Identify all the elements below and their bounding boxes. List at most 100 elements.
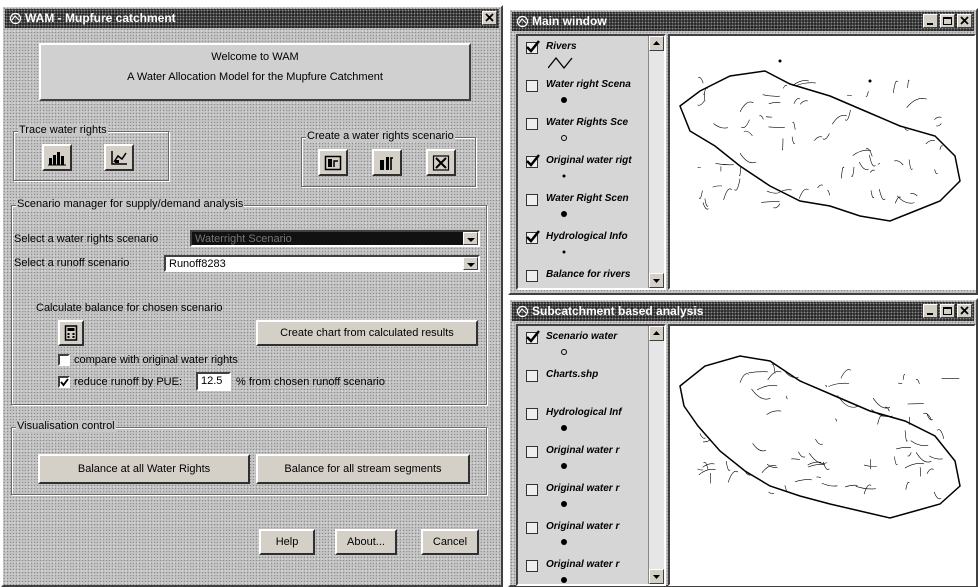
runoff-scenario-value: Runoff8283 <box>169 258 226 270</box>
runoff-scenario-select[interactable]: Runoff8283 <box>164 255 480 272</box>
delete-scenario-button[interactable] <box>426 149 456 176</box>
main-layer-scrollbar[interactable] <box>648 36 664 288</box>
pue-input[interactable]: 12.5 <box>196 372 231 391</box>
layer-name: Original water r <box>546 521 620 532</box>
maximize-button[interactable] <box>940 304 955 318</box>
subcatchment-map-view[interactable] <box>668 324 976 586</box>
subcatchment-titlebar[interactable]: Subcatchment based analysis <box>512 302 974 321</box>
close-button[interactable] <box>957 14 972 28</box>
layer-item[interactable]: Water right Scena <box>524 78 654 108</box>
sub-layer-scrollbar[interactable] <box>648 326 664 584</box>
layer-item[interactable]: Water Rights Sce <box>524 116 654 146</box>
layer-item[interactable]: Water Right Scen <box>524 192 654 222</box>
checkmark-icon <box>526 40 540 53</box>
layer-visibility-checkbox[interactable] <box>526 522 538 534</box>
select-runoff-label: Select a runoff scenario <box>14 257 130 269</box>
layer-item[interactable]: Balance for rivers <box>524 268 654 288</box>
reduce-runoff-checkbox[interactable] <box>58 376 70 388</box>
layer-visibility-checkbox[interactable] <box>526 560 538 572</box>
layer-item[interactable]: Charts.shp <box>524 368 654 398</box>
layer-visibility-checkbox[interactable] <box>526 330 540 344</box>
circle-symbol-icon <box>561 349 567 355</box>
layer-item[interactable]: Original water r <box>524 482 654 512</box>
layer-item[interactable]: Hydrological Info <box>524 230 654 260</box>
welcome-panel: Welcome to WAM A Water Allocation Model … <box>39 43 471 101</box>
trace-water-rights-group: Trace water rights <box>13 124 169 181</box>
close-button[interactable] <box>482 11 497 25</box>
layer-visibility-checkbox[interactable] <box>526 40 540 54</box>
pue-input-value: 12.5 <box>201 375 223 387</box>
trace-downstream-button[interactable] <box>104 144 134 171</box>
main-layer-list[interactable]: Rivers Water right Scena Water Rights Sce O… <box>516 34 666 290</box>
layer-name: Original water r <box>546 559 620 570</box>
main-window-titlebar[interactable]: Main window <box>512 12 974 31</box>
close-icon <box>485 13 494 22</box>
chevron-down-icon[interactable] <box>463 232 478 245</box>
create-scenario-group: Create a water rights scenario <box>301 130 476 187</box>
layer-visibility-checkbox[interactable] <box>526 370 538 382</box>
minimize-button[interactable] <box>923 304 938 318</box>
layer-visibility-checkbox[interactable] <box>526 230 540 244</box>
water-rights-scenario-select[interactable]: Waterright Scenario <box>190 230 480 247</box>
layer-name: Charts.shp <box>546 369 599 380</box>
main-map-view[interactable] <box>668 34 976 290</box>
layer-name: Water Rights Sce <box>546 117 629 128</box>
about-button[interactable]: About... <box>335 529 397 555</box>
layer-item[interactable]: Original water rigt <box>524 154 654 184</box>
sub-layer-list[interactable]: Scenario water Charts.shp Hydrological Inf… <box>516 324 666 586</box>
checkmark-icon <box>526 330 540 343</box>
layer-visibility-checkbox[interactable] <box>526 270 538 282</box>
layer-visibility-checkbox[interactable] <box>526 484 538 496</box>
layer-name: Balance for rivers <box>546 269 631 280</box>
layer-item[interactable]: Scenario water <box>524 330 654 360</box>
layer-visibility-checkbox[interactable] <box>526 154 540 168</box>
layer-visibility-checkbox[interactable] <box>526 80 538 92</box>
edit-scenario-button[interactable] <box>372 149 402 176</box>
minimize-button[interactable] <box>923 14 938 28</box>
compare-label: compare with original water rights <box>74 354 238 366</box>
close-button[interactable] <box>957 304 972 318</box>
chevron-down-icon[interactable] <box>463 257 478 270</box>
minimize-icon <box>927 313 933 315</box>
cancel-button[interactable]: Cancel <box>421 529 479 555</box>
trace-upstream-button[interactable] <box>42 144 72 171</box>
point-symbol-icon <box>561 463 567 469</box>
create-chart-button[interactable]: Create chart from calculated results <box>256 320 478 346</box>
layer-name: Water right Scena <box>546 79 631 90</box>
layer-visibility-checkbox[interactable] <box>526 118 538 130</box>
new-scenario-button[interactable] <box>318 149 348 176</box>
layer-name: Rivers <box>546 41 577 52</box>
layer-item[interactable]: Original water r <box>524 558 654 584</box>
layer-item[interactable]: Rivers <box>524 40 654 70</box>
help-button[interactable]: Help <box>259 529 315 555</box>
layer-item[interactable]: Original water r <box>524 444 654 474</box>
line-symbol-icon <box>548 56 573 70</box>
subcatchment-title: Subcatchment based analysis <box>532 304 704 318</box>
compare-checkbox[interactable] <box>58 354 70 366</box>
scroll-down-button[interactable] <box>649 273 664 288</box>
scroll-up-button[interactable] <box>649 326 664 341</box>
minimize-icon <box>927 23 933 25</box>
welcome-title: Welcome to WAM <box>211 51 299 63</box>
close-icon <box>960 306 969 315</box>
scroll-up-button[interactable] <box>649 36 664 51</box>
layer-name: Original water r <box>546 445 620 456</box>
point-symbol-icon <box>562 250 566 254</box>
balance-water-rights-button[interactable]: Balance at all Water Rights <box>38 454 250 484</box>
layer-visibility-checkbox[interactable] <box>526 446 538 458</box>
scroll-down-button[interactable] <box>649 569 664 584</box>
main-window-title: Main window <box>532 14 607 28</box>
balance-stream-segments-button[interactable]: Balance for all stream segments <box>256 454 470 484</box>
layer-item[interactable]: Hydrological Inf <box>524 406 654 436</box>
scenario-manager-group: Scenario manager for supply/demand analy… <box>11 198 487 405</box>
layer-visibility-checkbox[interactable] <box>526 408 538 420</box>
trace-group-title: Trace water rights <box>18 124 108 136</box>
layer-item[interactable]: Original water r <box>524 520 654 550</box>
wam-titlebar[interactable]: WAM - Mupfure catchment <box>5 9 499 28</box>
layer-visibility-checkbox[interactable] <box>526 194 538 206</box>
point-symbol-icon <box>561 577 567 583</box>
calculate-balance-button[interactable] <box>58 320 84 346</box>
pue-suffix-label: % from chosen runoff scenario <box>236 376 385 388</box>
maximize-button[interactable] <box>940 14 955 28</box>
arrow-down-icon <box>653 279 660 283</box>
